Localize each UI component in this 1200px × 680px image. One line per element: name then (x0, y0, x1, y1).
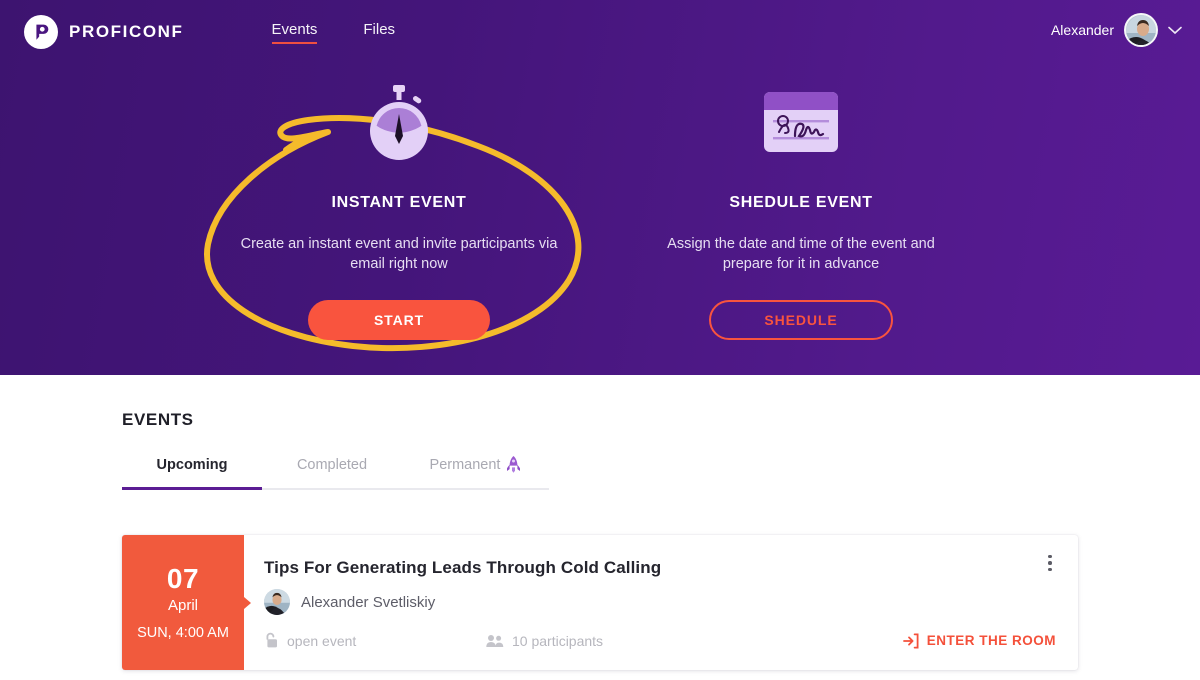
hero-card-instant-event: INSTANT EVENT Create an instant event an… (199, 84, 599, 340)
enter-arrow-icon (902, 633, 919, 648)
hero-cards: INSTANT EVENT Create an instant event an… (0, 84, 1200, 340)
user-name: Alexander (1050, 22, 1114, 38)
hero-card-description: Create an instant event and invite parti… (240, 236, 558, 272)
shedule-button[interactable]: SHEDULE (709, 300, 893, 340)
event-meta-row: open event 10 participants ENTER THE ROO… (264, 632, 1056, 649)
event-card[interactable]: 07 April SUN, 4:00 AM Tips For Generatin… (122, 535, 1078, 670)
hero-banner: PROFICONF Events Files Alexander INSTANT… (0, 0, 1200, 375)
nav-links: Events Files (271, 21, 395, 44)
proficonf-logo-icon (24, 15, 58, 49)
nav-link-events[interactable]: Events (271, 21, 317, 44)
stopwatch-icon (363, 84, 435, 162)
hero-card-title: SHEDULE EVENT (729, 194, 873, 211)
event-participants: 10 participants (486, 633, 806, 649)
brand[interactable]: PROFICONF (24, 15, 184, 49)
event-card-body: Tips For Generating Leads Through Cold C… (244, 535, 1078, 670)
open-lock-icon (266, 632, 277, 648)
user-menu[interactable]: Alexander (1051, 13, 1182, 47)
hero-card-title: INSTANT EVENT (331, 194, 467, 211)
tab-permanent[interactable]: Permanent (402, 456, 549, 490)
hero-card-schedule-event: SHEDULE EVENT Assign the date and time o… (601, 84, 1001, 340)
page-title: EVENTS (122, 410, 194, 429)
event-author-row: Alexander Svetliskiy (264, 589, 1056, 615)
tab-label: Completed (296, 456, 368, 473)
event-author-name: Alexander Svetliskiy (301, 593, 436, 611)
events-tabs: Upcoming Completed Permanent (122, 456, 549, 490)
participants-icon (486, 634, 504, 647)
tab-completed[interactable]: Completed (262, 456, 402, 490)
top-navbar: PROFICONF Events Files Alexander (0, 0, 1200, 64)
event-month: April (167, 597, 198, 614)
tab-upcoming[interactable]: Upcoming (122, 456, 262, 490)
event-participants-label: 10 participants (512, 632, 604, 649)
user-avatar (1124, 13, 1158, 47)
event-date-block: 07 April SUN, 4:00 AM (122, 535, 251, 670)
events-section: EVENTS Upcoming Completed Permanent 07 A… (0, 410, 1200, 670)
nav-link-files[interactable]: Files (363, 21, 395, 44)
event-day: 07 (166, 563, 200, 594)
chevron-down-icon[interactable] (1168, 26, 1182, 35)
event-time: SUN, 4:00 AM (137, 625, 229, 641)
enter-room-label: ENTER THE ROOM (926, 633, 1056, 648)
tab-active-indicator (122, 487, 262, 490)
tab-label: Upcoming (156, 456, 228, 473)
kebab-menu-icon[interactable] (1038, 549, 1062, 577)
enter-room-button[interactable]: ENTER THE ROOM (902, 633, 1056, 649)
rocket-icon (507, 456, 521, 473)
brand-name: PROFICONF (69, 22, 184, 41)
event-access-label: open event (287, 632, 357, 649)
calendar-note-icon (761, 84, 841, 162)
hero-card-description: Assign the date and time of the event an… (667, 236, 935, 272)
tab-label: Permanent (429, 456, 501, 473)
event-title: Tips For Generating Leads Through Cold C… (264, 558, 662, 577)
event-access: open event (264, 632, 486, 649)
author-avatar (264, 589, 290, 615)
start-button[interactable]: START (308, 300, 490, 340)
